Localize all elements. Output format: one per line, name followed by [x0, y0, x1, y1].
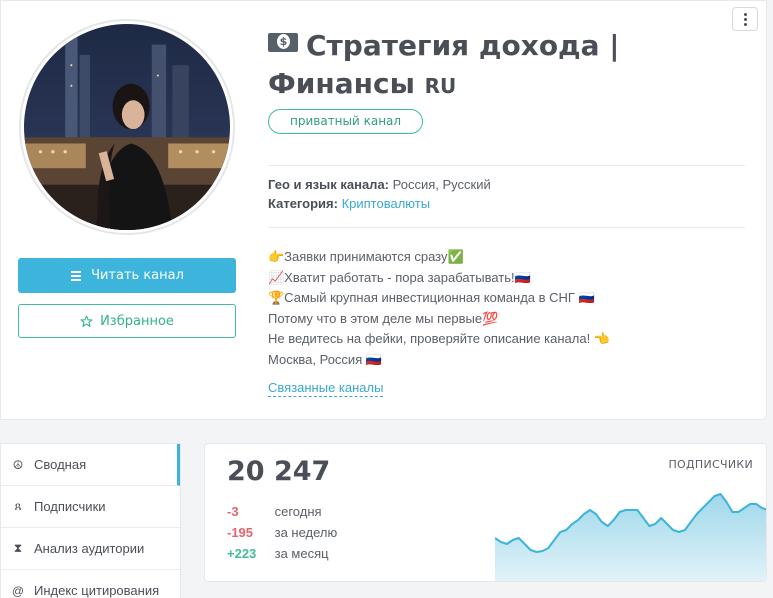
favorite-label: Избранное — [100, 313, 174, 329]
category: Категория: Криптовалюты — [268, 196, 430, 211]
channel-card: Читать канал Избранное Стратегия дохода … — [0, 0, 767, 420]
private-channel-badge: приватный канал — [268, 109, 424, 134]
stat-value: -195 — [227, 525, 254, 540]
stat-value: -3 — [227, 504, 239, 519]
at-icon: @ — [11, 583, 25, 598]
stat-row-month: +223 за месяц — [227, 546, 329, 561]
more-vertical-icon[interactable] — [732, 7, 758, 31]
related-channels-link[interactable]: Связанные каналы — [268, 380, 384, 397]
sidebar-item-citation[interactable]: @ Индекс цитирования — [1, 570, 180, 598]
stat-label: за месяц — [274, 546, 329, 561]
users-icon: ጸ — [14, 499, 22, 513]
stat-label: за неделю — [274, 525, 338, 540]
star-icon — [80, 315, 93, 327]
page-title: Стратегия дохода | Финансы RU — [268, 27, 718, 105]
stat-value: +223 — [227, 546, 257, 561]
geo-value: Россия, Русский — [392, 177, 491, 192]
stat-label: сегодня — [274, 504, 322, 519]
read-channel-button[interactable]: Читать канал — [18, 258, 236, 293]
sidebar-item-label: Сводная — [34, 457, 87, 472]
feed-icon — [71, 270, 82, 281]
geo-language: Гео и язык канала: Россия, Русский — [268, 177, 491, 192]
money-icon — [268, 33, 298, 52]
subscribers-stats-card: 20 247 ПОДПИСЧИКИ -3 сегодня -195 за нед… — [204, 443, 767, 582]
title-line-2: Финансы — [268, 67, 415, 100]
sidebar-item-subscribers[interactable]: ጸ Подписчики — [1, 486, 180, 528]
read-channel-label: Читать канал — [91, 268, 184, 283]
dashboard-icon: ☮ — [12, 457, 24, 472]
channel-description: 👉Заявки принимаются сразу✅ 📈Хватит работ… — [268, 247, 610, 370]
geo-label: Гео и язык канала: — [268, 177, 389, 192]
stat-row-week: -195 за неделю — [227, 525, 337, 540]
sidebar: ☮ Сводная ጸ Подписчики ⧗ Анализ аудитори… — [0, 443, 181, 598]
description-line: Москва, Россия 🇷🇺 — [268, 351, 383, 367]
sidebar-item-label: Анализ аудитории — [34, 541, 145, 556]
category-link[interactable]: Криптовалюты — [342, 196, 430, 211]
hourglass-icon: ⧗ — [13, 541, 23, 555]
stat-row-today: -3 сегодня — [227, 504, 322, 519]
divider — [268, 227, 745, 228]
sidebar-item-label: Индекс цитирования — [34, 583, 160, 598]
description-line: Потому что в этом деле мы первые💯 — [268, 310, 499, 326]
sidebar-item-label: Подписчики — [34, 499, 106, 514]
description-line: 🏆Самый крупная инвестиционная команда в … — [268, 290, 595, 305]
avatar-image — [24, 24, 230, 230]
title-line-1: Стратегия дохода | — [306, 29, 620, 62]
subscribers-label: ПОДПИСЧИКИ — [668, 458, 753, 471]
subscribers-sparkline — [495, 493, 766, 581]
avatar — [19, 19, 235, 235]
category-label: Категория: — [268, 196, 338, 211]
description-line: 👉Заявки принимаются сразу✅ — [268, 249, 464, 264]
avatar-photo-icon — [24, 24, 230, 230]
subscribers-count: 20 247 — [227, 456, 331, 487]
title-flag: RU — [424, 74, 457, 98]
description-line: 📈Хватит работать - пора зарабатывать!🇷🇺 — [268, 269, 531, 285]
description-line: Не ведитесь на фейки, проверяйте описани… — [268, 331, 610, 346]
sparkline-area — [495, 494, 766, 581]
favorite-button[interactable]: Избранное — [18, 304, 236, 338]
sidebar-item-summary[interactable]: ☮ Сводная — [1, 444, 180, 486]
sidebar-item-audience[interactable]: ⧗ Анализ аудитории — [1, 528, 180, 570]
divider — [268, 165, 745, 166]
